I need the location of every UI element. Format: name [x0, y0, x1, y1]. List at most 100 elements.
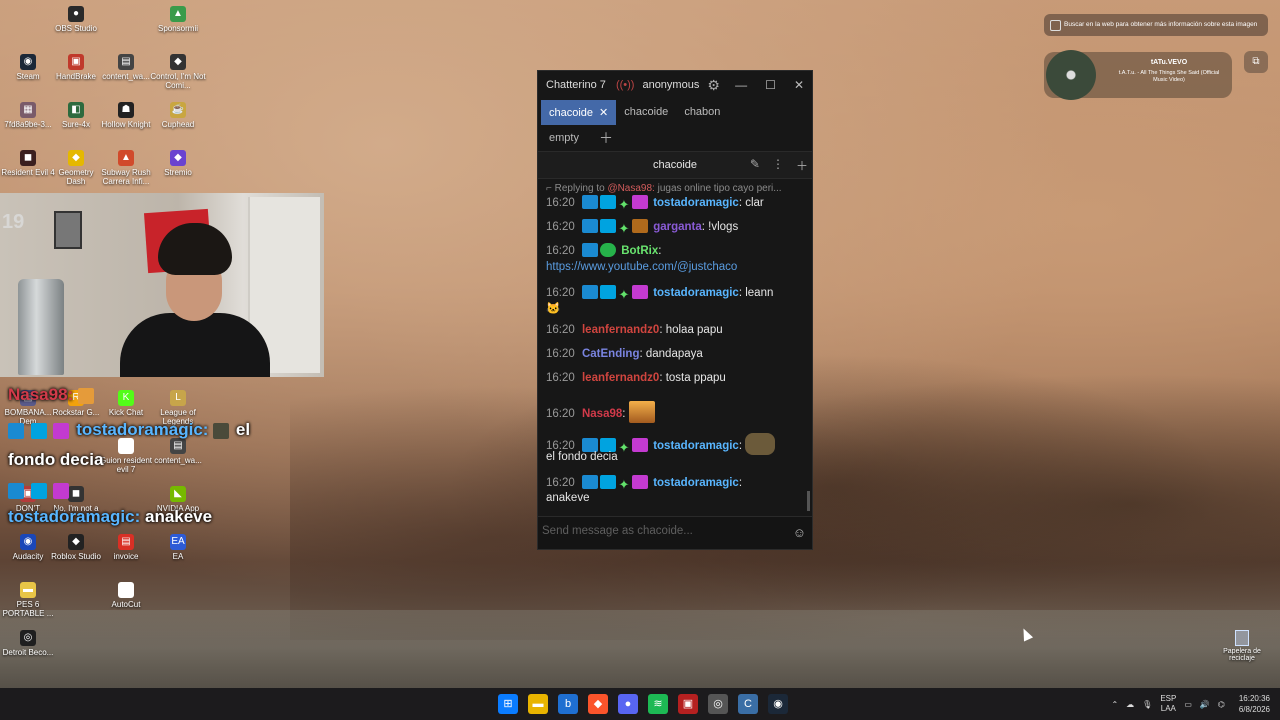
chatterino-taskbar-icon[interactable]: C [738, 694, 758, 714]
desktop-icon-label: Sure-4x [61, 120, 90, 129]
message-text: : [622, 408, 626, 420]
desktop-icon[interactable]: ◎ Detroit Beco... [0, 630, 56, 657]
moderator-badge-icon [581, 438, 598, 452]
close-tab-icon[interactable]: ✕ [599, 107, 608, 119]
reply-mention[interactable]: @Nasa98: [607, 183, 654, 194]
desktop-icon[interactable]: ▤ content_wa... [98, 54, 154, 81]
vip-badge-icon: ✦ [618, 440, 630, 455]
chatterino-window[interactable]: Chatterino 7 ((•)) anonymous ⚙ — ☐ ✕ cha… [537, 70, 813, 550]
desktop-icon[interactable]: ▲ Sponsormii [150, 6, 206, 33]
network-icon[interactable]: ⌬ [1218, 700, 1225, 709]
maximize-icon[interactable]: ☐ [765, 78, 776, 92]
desktop-icon[interactable]: ▬ PES 6 PORTABLE ... [0, 582, 56, 618]
show-hidden-icons-icon[interactable]: ⌃ [1111, 700, 1118, 709]
desktop-icon[interactable]: ◆ Stremio [150, 150, 206, 177]
username[interactable]: Nasa98 [582, 408, 622, 420]
desktop-icon[interactable]: EA EA [150, 534, 206, 561]
streamer [120, 223, 270, 377]
message-input[interactable]: Send message as chacoide... ☺ [538, 516, 812, 549]
file-explorer-icon[interactable]: ▬ [528, 694, 548, 714]
brave-browser-icon[interactable]: ◆ [588, 694, 608, 714]
edit-icon[interactable]: ✎ [750, 157, 760, 174]
username[interactable]: tostadoramagic [653, 477, 739, 489]
desktop-icon[interactable]: ▣ HandBrake [48, 54, 104, 81]
chat-message[interactable]: 16:20 Nasa98: [546, 401, 657, 423]
desktop-icon[interactable]: ☕ Cuphead [150, 102, 206, 129]
desktop-icon[interactable]: ◧ Sure-4x [48, 102, 104, 129]
message-link[interactable]: https://www.youtube.com/@justchaco [546, 261, 737, 273]
desktop-icon[interactable]: ▤ invoice [98, 534, 154, 561]
language-indicator[interactable]: ESP LAA [1160, 694, 1176, 714]
chat-message[interactable]: 16:20 leanfernandz0: holaa papu [546, 324, 723, 336]
username[interactable]: tostadoramagic [653, 197, 739, 209]
microphone-icon[interactable]: 🎙 [1142, 700, 1152, 709]
obs-taskbar-icon[interactable]: ◎ [708, 694, 728, 714]
app-icon: ▤ [118, 54, 134, 70]
visual-search-button[interactable]: Buscar en la web para obtener más inform… [1044, 14, 1268, 36]
gear-icon[interactable]: ⚙ [707, 77, 720, 94]
username[interactable]: leanfernandz0 [582, 372, 659, 384]
close-icon[interactable]: ✕ [794, 78, 804, 92]
desktop-icon[interactable]: ▭ Guion resident evil 7 [98, 438, 154, 474]
spotify-icon[interactable]: ≋ [648, 694, 668, 714]
message-text: : clar [738, 197, 764, 209]
desktop-icon[interactable]: ☗ Hollow Knight [98, 102, 154, 129]
chat-message[interactable]: 16:20 CatEnding: dandapaya [546, 348, 703, 360]
minimize-icon[interactable]: — [735, 78, 747, 92]
streamer-app-icon[interactable]: ▣ [678, 694, 698, 714]
desktop-icon[interactable]: ▤ AutoCut [98, 582, 154, 609]
tab-chabon[interactable]: chabon [676, 100, 728, 124]
live-radio-icon[interactable]: ((•)) [616, 79, 635, 91]
add-tab-icon[interactable]: ＋ [599, 128, 613, 148]
desktop-icon-label: content_wa... [102, 72, 150, 81]
chatterino-titlebar[interactable]: Chatterino 7 ((•)) anonymous ⚙ — ☐ ✕ [538, 71, 812, 99]
username[interactable]: tostadoramagic [653, 440, 739, 452]
bing-icon[interactable]: b [558, 694, 578, 714]
tab-chacoide-active[interactable]: chacoide ✕ [541, 99, 617, 125]
scrollbar[interactable] [807, 491, 810, 511]
desktop-icon[interactable]: ◆ Geometry Dash [48, 150, 104, 186]
steam-taskbar-icon[interactable]: ◉ [768, 694, 788, 714]
volume-icon[interactable]: 🔊 [1200, 700, 1210, 709]
chat-message[interactable]: 16:20 ✦ tostadoramagic: clar [546, 195, 764, 212]
tab-chacoide[interactable]: chacoide [616, 100, 676, 124]
app-icon: K [118, 390, 134, 406]
clock-time: 16:20:36 [1238, 694, 1270, 703]
username[interactable]: leanfernandz0 [582, 324, 659, 336]
username[interactable]: BotRix [621, 245, 658, 257]
discord-icon[interactable]: ● [618, 694, 638, 714]
message-list[interactable]: ⌐ Replying to @Nasa98: jugas online tipo… [538, 179, 806, 511]
desktop-icon[interactable]: ◆ Control, I'm Not Comi... [150, 54, 206, 90]
monitor-icon[interactable]: ▭ [1184, 700, 1192, 709]
reply-context[interactable]: ⌐ Replying to @Nasa98: jugas online tipo… [546, 183, 782, 194]
tab-empty[interactable]: empty [541, 126, 587, 150]
username[interactable]: garganta [653, 221, 702, 233]
chat-message[interactable]: 16:20 ✦ tostadoramagic: [546, 475, 742, 492]
clock[interactable]: 16:20:36 6/8/2026 [1239, 693, 1270, 715]
timestamp: 16:20 [546, 348, 575, 360]
add-split-icon[interactable]: ＋ [796, 157, 808, 174]
cloud-icon[interactable]: ☁ [1126, 700, 1134, 709]
chat-message[interactable]: 16:20 ✦ tostadoramagic: leann [546, 285, 773, 302]
username[interactable]: CatEnding [582, 348, 640, 360]
chat-message[interactable]: 16:20 ✦ garganta: !vlogs [546, 219, 738, 236]
username[interactable]: tostadoramagic [653, 287, 739, 299]
desktop-icon[interactable]: K Kick Chat [98, 390, 154, 417]
chat-message[interactable]: 16:20 BotRix: [546, 243, 661, 257]
desktop-icon[interactable]: ▲ Subway Rush Carrera Infi... [98, 150, 154, 186]
media-widget[interactable]: tATu.VEVO t.A.T.u. - All The Things She … [1044, 50, 1232, 100]
desktop-icon[interactable]: ◆ Roblox Studio [48, 534, 104, 561]
message-text: : !vlogs [701, 221, 739, 233]
desktop-icon[interactable]: ● OBS Studio [48, 6, 104, 33]
emoji-picker-icon[interactable]: ☺ [793, 525, 806, 540]
chat-message[interactable]: 16:20 leanfernandz0: tosta ppapu [546, 372, 726, 384]
recycle-bin[interactable]: Papelera de reciclaje [1218, 630, 1266, 662]
timestamp: 16:20 [546, 245, 575, 257]
windows-start-icon[interactable]: ⊞ [498, 694, 518, 714]
desktop-icon[interactable]: ▤ content_wa... [150, 438, 206, 465]
account-switcher[interactable]: anonymous [642, 79, 699, 91]
screenshot-icon[interactable]: ⧉ [1244, 51, 1268, 73]
app-icon: ▲ [170, 6, 186, 22]
split-header[interactable]: chacoide ✎ ⋮ ＋ [538, 152, 812, 179]
more-options-icon[interactable]: ⋮ [772, 157, 784, 174]
